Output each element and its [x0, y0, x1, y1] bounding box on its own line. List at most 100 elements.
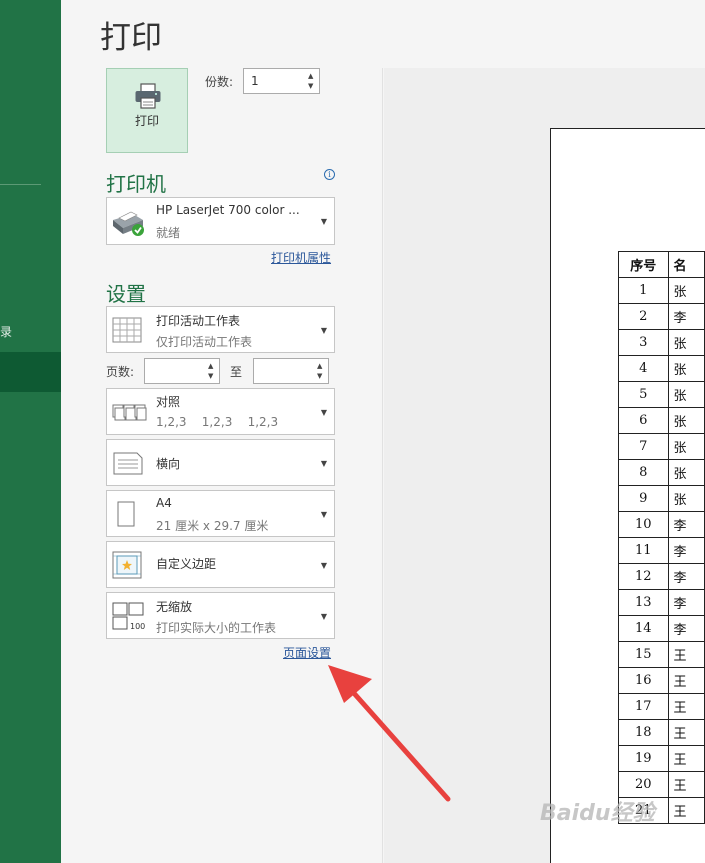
table-cell: 17: [618, 693, 669, 720]
info-icon[interactable]: i: [324, 169, 335, 180]
table-cell: 13: [618, 589, 669, 616]
table-row: 14 李: [618, 615, 705, 642]
table-cell: 王: [667, 693, 705, 720]
table-cell: 18: [618, 719, 669, 746]
preview-table: 序号名 1 张 2 李 3 张 4 张 5 张 6 张 7 张 8 张 9 张 10 李 11 李 12 李 13 李 14 李 15 王 1…: [618, 251, 705, 824]
collate-title: 对照: [156, 395, 181, 409]
table-cell: 1: [618, 277, 669, 304]
table-row: 18 王: [618, 719, 705, 746]
printer-properties-link[interactable]: 打印机属性: [271, 249, 331, 266]
copies-input[interactable]: 1 ▲ ▼: [243, 68, 320, 94]
spin-down-icon[interactable]: ▼: [317, 372, 325, 380]
table-row: 8张: [618, 459, 705, 486]
print-button[interactable]: 打印: [106, 68, 188, 153]
table-cell: 8: [618, 459, 669, 486]
chevron-down-icon: ▼: [320, 612, 327, 621]
table-cell: 2: [618, 303, 669, 330]
table-cell: 李: [667, 303, 705, 330]
pages-from-input[interactable]: ▲ ▼: [144, 358, 220, 384]
annotation-arrow-icon: [328, 665, 451, 802]
margins-dropdown[interactable]: 自定义边距 ▼: [106, 541, 335, 588]
paper-size-dropdown[interactable]: A4 21 厘米 x 29.7 厘米 ▼: [106, 490, 335, 537]
spin-up-icon[interactable]: ▲: [208, 362, 216, 370]
table-cell: 张: [667, 277, 705, 304]
table-header-row: 序号名: [618, 251, 705, 278]
table-row: 12 李: [618, 563, 705, 590]
table-cell: 王: [667, 667, 705, 694]
table-cell: 6: [618, 407, 669, 434]
collate-subtitle: 1,2,3 1,2,3 1,2,3: [156, 415, 279, 429]
table-row: 16 王: [618, 667, 705, 694]
table-row: 7张: [618, 433, 705, 460]
worksheet-grid-icon: [111, 315, 143, 349]
table-row: 17 王: [618, 693, 705, 720]
table-row: 11 李: [618, 537, 705, 564]
table-cell: 张: [667, 381, 705, 408]
scaling-title: 无缩放: [156, 600, 193, 614]
table-cell: 12: [618, 563, 669, 590]
settings-section-title: 设置: [106, 282, 146, 306]
printer-section-title: 打印机: [106, 172, 166, 196]
print-button-label: 打印: [134, 114, 159, 128]
table-row: 13 李: [618, 589, 705, 616]
table-cell: 7: [618, 433, 669, 460]
print-scope-dropdown[interactable]: 打印活动工作表 仅打印活动工作表 ▼: [106, 306, 335, 353]
copies-label: 份数:: [205, 75, 234, 89]
print-scope-title: 打印活动工作表: [156, 314, 241, 328]
nav-divider: [0, 184, 41, 185]
watermark: Baidu经验: [540, 801, 655, 826]
collate-dropdown[interactable]: 对照 1,2,3 1,2,3 1,2,3 ▼: [106, 388, 335, 435]
scaling-dropdown[interactable]: 100 无缩放 打印实际大小的工作表 ▼: [106, 592, 335, 639]
table-cell: 张: [667, 329, 705, 356]
orientation-title: 横向: [156, 457, 181, 471]
chevron-down-icon: ▼: [320, 459, 327, 468]
table-row: 9张: [618, 485, 705, 512]
nav-item-print-active[interactable]: [0, 352, 61, 392]
table-row: 10 李: [618, 511, 705, 538]
table-row: 2李: [618, 303, 705, 330]
table-cell: 王: [667, 641, 705, 668]
pages-label: 页数:: [106, 365, 135, 379]
collate-icon: [111, 399, 147, 429]
pages-to-label: 至: [230, 365, 243, 379]
spin-down-icon[interactable]: ▼: [208, 372, 216, 380]
printer-name: HP LaserJet 700 color ...: [156, 203, 300, 217]
custom-margins-icon: [111, 550, 143, 584]
table-row: 20 王: [618, 771, 705, 798]
margins-title: 自定义边距: [156, 557, 217, 571]
table-cell: 张: [667, 355, 705, 382]
table-row: 5张: [618, 381, 705, 408]
table-cell: 王: [667, 797, 705, 824]
table-cell: 20: [618, 771, 669, 798]
paper-size-title: A4: [156, 496, 172, 510]
backstage-nav: 录: [0, 0, 61, 863]
table-cell: 10: [618, 511, 669, 538]
paper-size-subtitle: 21 厘米 x 29.7 厘米: [156, 519, 269, 533]
printer-dropdown[interactable]: HP LaserJet 700 color ... 就绪 ▼: [106, 197, 335, 245]
print-scope-subtitle: 仅打印活动工作表: [156, 335, 253, 349]
table-cell: 5: [618, 381, 669, 408]
table-cell: 王: [667, 771, 705, 798]
chevron-down-icon: ▼: [320, 408, 327, 417]
printer-ready-icon: [111, 206, 145, 242]
page-title: 打印: [100, 20, 162, 56]
chevron-down-icon: ▼: [320, 326, 327, 335]
table-cell: 李: [667, 511, 705, 538]
pages-to-input[interactable]: ▲ ▼: [253, 358, 329, 384]
table-row: 1张: [618, 277, 705, 304]
page-setup-link[interactable]: 页面设置: [283, 644, 331, 661]
table-row: 6张: [618, 407, 705, 434]
chevron-down-icon: ▼: [320, 561, 327, 570]
scaling-subtitle: 打印实际大小的工作表: [156, 621, 277, 635]
spin-up-icon[interactable]: ▲: [308, 72, 316, 80]
table-cell: 4: [618, 355, 669, 382]
svg-text:100: 100: [130, 622, 145, 631]
nav-item-partial[interactable]: 录: [0, 323, 12, 340]
table-cell: 张: [667, 433, 705, 460]
spin-up-icon[interactable]: ▲: [317, 362, 325, 370]
spin-down-icon[interactable]: ▼: [308, 82, 316, 90]
table-row: 3张: [618, 329, 705, 356]
orientation-dropdown[interactable]: 横向 ▼: [106, 439, 335, 486]
table-cell: 16: [618, 667, 669, 694]
no-scaling-icon: 100: [111, 601, 147, 637]
